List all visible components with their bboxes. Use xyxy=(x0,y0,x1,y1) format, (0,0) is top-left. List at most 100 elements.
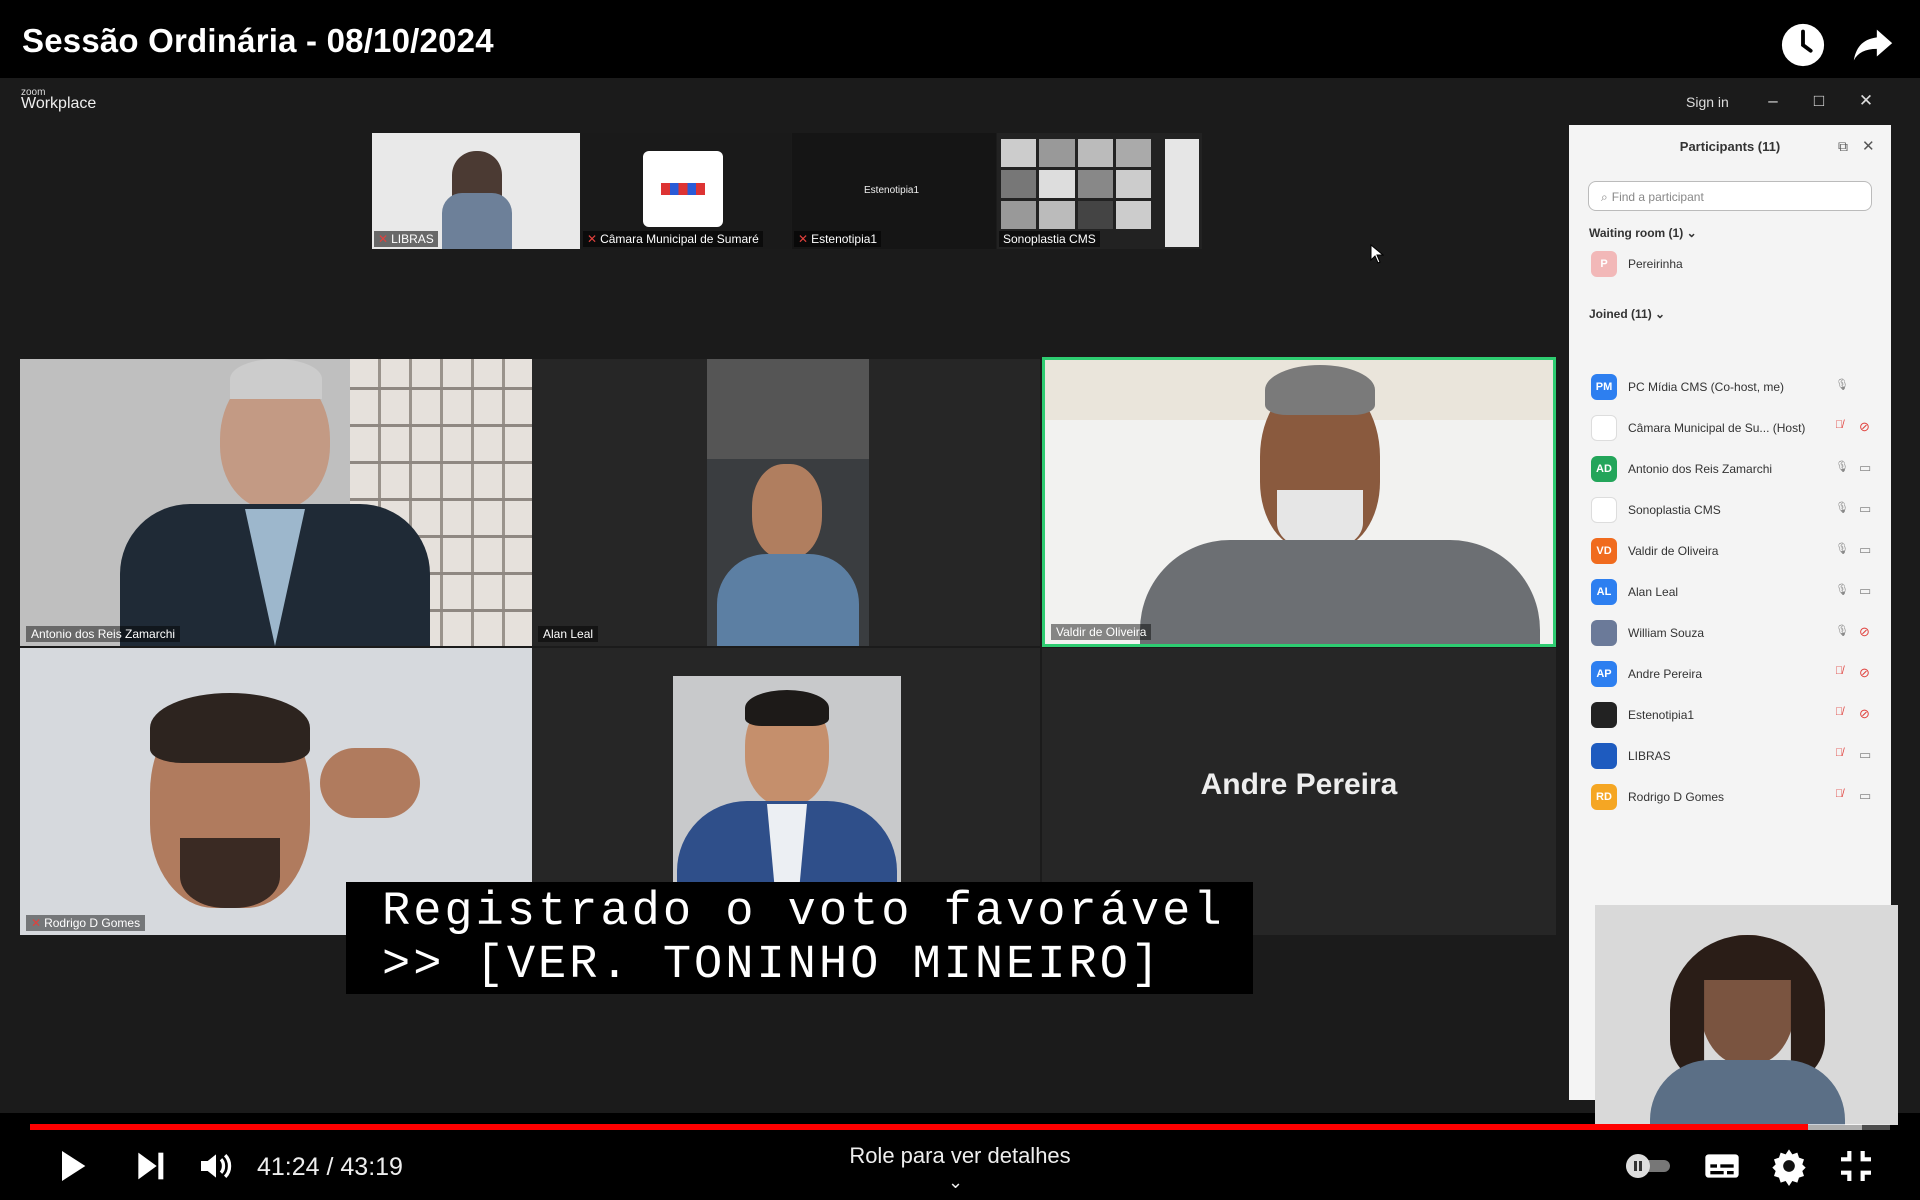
chevron-down-icon: ⌄ xyxy=(1686,226,1697,240)
play-icon[interactable] xyxy=(52,1146,92,1186)
strip-tile-label: Sonoplastia CMS xyxy=(999,231,1100,247)
sign-in-link[interactable]: Sign in xyxy=(1686,94,1729,110)
participant-row[interactable]: Câmara Municipal de Su... (Host) 🎙̸ ⊘ xyxy=(1591,412,1881,442)
close-icon[interactable]: ✕ xyxy=(1857,92,1875,110)
person-shirt xyxy=(1650,1060,1845,1125)
avatar: VD xyxy=(1591,538,1617,564)
participant-name: Andre Pereira xyxy=(1628,667,1703,681)
camera-off-icon: ⊘ xyxy=(1859,624,1870,639)
scroll-hint[interactable]: Role para ver detalhes xyxy=(790,1143,1130,1169)
exit-fullscreen-icon[interactable] xyxy=(1836,1146,1876,1186)
participant-name: Câmara Municipal de Su... (Host) xyxy=(1628,421,1806,435)
mic-off-icon: ✕ xyxy=(31,916,42,930)
participant-name: LIBRAS xyxy=(1628,749,1671,763)
clock-icon[interactable] xyxy=(1780,22,1826,68)
minimize-icon[interactable]: – xyxy=(1764,92,1782,110)
participant-row[interactable]: William Souza 🎙 ⊘ xyxy=(1591,617,1881,647)
camera-icon: ▭ xyxy=(1859,747,1872,762)
mic-off-icon: ✕ xyxy=(798,232,809,246)
mic-muted-icon: 🎙̸ xyxy=(1835,788,1844,800)
participant-row[interactable]: AP Andre Pereira 🎙̸ ⊘ xyxy=(1591,658,1881,688)
chevron-down-icon[interactable]: ⌄ xyxy=(948,1172,963,1193)
mic-muted-icon: 🎙̸ xyxy=(1835,665,1844,677)
camera-icon: ▭ xyxy=(1859,583,1872,598)
estenotipia-screen-text: Estenotipia1 xyxy=(864,185,920,196)
participant-row[interactable]: LIBRAS 🎙̸ ▭ xyxy=(1591,740,1881,770)
participant-name: Sonoplastia CMS xyxy=(1628,503,1721,517)
camera-icon: ▭ xyxy=(1859,542,1872,557)
avatar: AD xyxy=(1591,456,1617,482)
avatar: AL xyxy=(1591,579,1617,605)
person-shirt xyxy=(1140,540,1540,644)
camera-off-icon: ⊘ xyxy=(1859,419,1870,434)
car-interior xyxy=(707,359,869,459)
camera-icon: ▭ xyxy=(1859,460,1872,475)
participant-row[interactable]: RD Rodrigo D Gomes 🎙̸ ▭ xyxy=(1591,781,1881,811)
strip-tile-camara[interactable]: ✕ Câmara Municipal de Sumaré xyxy=(581,133,791,249)
popout-icon[interactable]: ⧉ xyxy=(1838,138,1848,155)
strip-tile-libras[interactable]: ✕ LIBRAS xyxy=(372,133,580,249)
participant-row[interactable]: Sonoplastia CMS 🎙 ▭ xyxy=(1591,494,1881,524)
participant-row[interactable]: PM PC Mídia CMS (Co-host, me) 🎙 xyxy=(1591,371,1881,401)
video-feed xyxy=(707,359,869,646)
mic-muted-icon: 🎙̸ xyxy=(1835,706,1844,718)
person-hair xyxy=(150,693,310,763)
video-tile-label: Antonio dos Reis Zamarchi xyxy=(26,626,181,642)
gear-icon[interactable] xyxy=(1769,1146,1809,1186)
video-tile-label: ✕ Rodrigo D Gomes xyxy=(26,915,146,931)
person-hair xyxy=(1265,365,1375,415)
subtitles-icon[interactable] xyxy=(1702,1146,1742,1186)
participant-row[interactable]: VD Valdir de Oliveira 🎙 ▭ xyxy=(1591,535,1881,565)
camara-logo xyxy=(643,151,723,227)
avatar xyxy=(1591,743,1617,769)
caption-line-1: Registrado o voto favorável xyxy=(382,886,1225,939)
joined-header[interactable]: Joined (11) ⌄ xyxy=(1589,307,1665,321)
mic-icon: 🎙 xyxy=(1835,584,1849,596)
volume-icon[interactable] xyxy=(196,1146,236,1186)
participant-name: Antonio dos Reis Zamarchi xyxy=(1628,462,1773,476)
video-tile-antonio[interactable]: Antonio dos Reis Zamarchi xyxy=(20,359,532,646)
strip-tile-label: ✕ Estenotipia1 xyxy=(794,231,882,247)
participant-row[interactable]: AD Antonio dos Reis Zamarchi 🎙 ▭ xyxy=(1591,453,1881,483)
time-display: 41:24 / 43:19 xyxy=(257,1153,403,1181)
person-beard xyxy=(180,838,280,908)
video-tile-alan[interactable]: Alan Leal xyxy=(532,359,1040,646)
participant-row[interactable]: AL Alan Leal 🎙 ▭ xyxy=(1591,576,1881,606)
mic-muted-icon: 🎙̸ xyxy=(1835,747,1844,759)
autoplay-toggle-icon[interactable] xyxy=(1622,1152,1674,1180)
participant-name: PC Mídia CMS (Co-host, me) xyxy=(1628,380,1785,394)
caption-line-2: >> [VER. TONINHO MINEIRO] xyxy=(382,939,1163,992)
strip-tile-sonoplastia[interactable]: Sonoplastia CMS xyxy=(997,133,1202,249)
person-head xyxy=(752,464,822,559)
avatar xyxy=(1591,702,1617,728)
video-tile-label: Alan Leal xyxy=(538,626,599,642)
mic-off-icon: ✕ xyxy=(587,232,598,246)
video-tile-valdir-active-speaker[interactable]: Valdir de Oliveira xyxy=(1042,357,1556,647)
camera-icon: ▭ xyxy=(1859,501,1872,516)
participant-row[interactable]: Estenotipia1 🎙̸ ⊘ xyxy=(1591,699,1881,729)
participant-name: Pereirinha xyxy=(1628,257,1683,271)
screen-share-sidebar xyxy=(1165,139,1199,247)
participant-search-input[interactable]: ⌕ Find a participant xyxy=(1588,181,1872,211)
person-hair xyxy=(230,359,322,399)
zoom-logo-big: Workplace xyxy=(21,95,97,112)
maximize-icon[interactable]: □ xyxy=(1810,92,1828,110)
participant-name: Estenotipia1 xyxy=(1628,708,1695,722)
avatar: P xyxy=(1591,251,1617,277)
progress-bar[interactable] xyxy=(30,1124,1890,1130)
waiting-room-header[interactable]: Waiting room (1) ⌄ xyxy=(1589,226,1697,240)
person-shirt xyxy=(717,554,859,646)
sign-language-video xyxy=(1595,905,1898,1125)
video-title[interactable]: Sessão Ordinária - 08/10/2024 xyxy=(22,22,494,60)
closed-caption: Registrado o voto favorável >> [VER. TONI… xyxy=(346,882,1253,994)
next-icon[interactable] xyxy=(130,1146,170,1186)
avatar: AP xyxy=(1591,661,1617,687)
mic-icon: 🎙 xyxy=(1835,625,1849,637)
share-icon[interactable] xyxy=(1850,22,1896,68)
close-icon[interactable]: ✕ xyxy=(1862,137,1875,155)
avatar xyxy=(1591,620,1617,646)
strip-tile-estenotipia[interactable]: Estenotipia1 ✕ Estenotipia1 xyxy=(792,133,996,249)
waiting-participant[interactable]: P Pereirinha xyxy=(1591,248,1881,278)
zoom-logo: zoom Workplace xyxy=(21,87,97,112)
participant-name: William Souza xyxy=(1628,626,1705,640)
